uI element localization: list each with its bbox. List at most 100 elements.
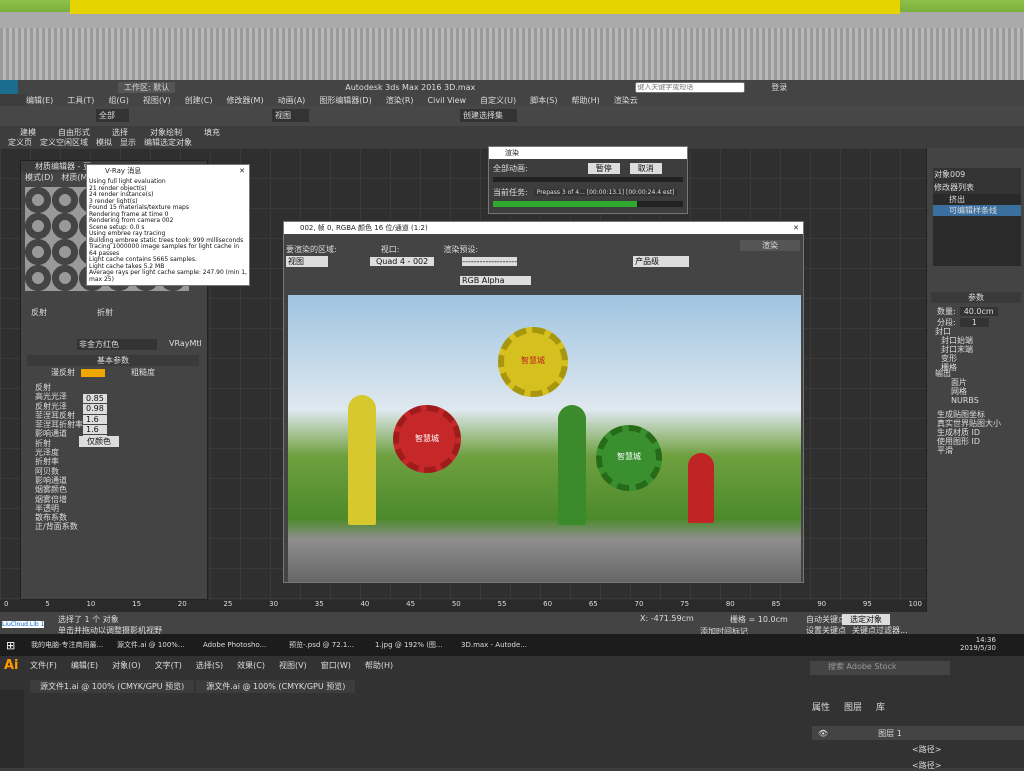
ai-menu-item[interactable]: 文字(T)	[155, 660, 182, 671]
option-checkbox[interactable]: 平滑	[937, 446, 1001, 455]
ai-menu-item[interactable]: 文件(F)	[30, 660, 57, 671]
login-button[interactable]: 登录	[771, 82, 787, 93]
channel-dropdown[interactable]: 仅颜色	[79, 436, 119, 447]
quality-dropdown[interactable]: 产品级	[633, 256, 690, 267]
cap-option[interactable]: 封口末端	[941, 345, 973, 354]
ref-coord-dropdown[interactable]: 视图	[272, 109, 309, 122]
option-checkbox[interactable]: 真实世界贴图大小	[937, 419, 1001, 428]
cap-option[interactable]: 封口始端	[941, 336, 973, 345]
taskbar-item[interactable]: Adobe Photosho...	[200, 641, 282, 649]
autokey-button[interactable]: 自动关键点	[806, 614, 846, 625]
ribbon-tab[interactable]: 填充	[204, 127, 220, 138]
ribbon-subtab[interactable]: 定义空闲区域	[40, 137, 88, 148]
basic-params-rollout[interactable]: 基本参数	[27, 355, 199, 366]
ai-menu-item[interactable]: 视图(V)	[279, 660, 307, 671]
mat-field-value[interactable]: 0.98	[83, 404, 107, 414]
frame-tick: 65	[588, 600, 598, 608]
menu-item[interactable]: 渲染(R)	[386, 95, 414, 106]
amount-field[interactable]: 40.0cm	[959, 307, 998, 316]
channel-dropdown[interactable]: RGB Alpha	[460, 276, 531, 285]
mat-field-value[interactable]: 1.6	[83, 424, 107, 435]
x-coord[interactable]: X: -471.59cm	[640, 614, 694, 623]
panel-tab[interactable]: 图层	[844, 700, 862, 713]
diffuse-swatch[interactable]	[81, 368, 105, 377]
menu-item[interactable]: 图形编辑器(D)	[319, 95, 371, 106]
workspace-dropdown[interactable]: 工作区: 默认	[118, 81, 176, 93]
output-option[interactable]: 网格	[951, 387, 979, 396]
menu-item[interactable]: 创建(C)	[185, 95, 213, 106]
time-slider[interactable]: 0 5 10 15 20 25 30 35 40 45 50 55 60 65 70 75 80 85 90 95 10…	[0, 600, 926, 612]
ribbon-subtab[interactable]: 显示	[120, 137, 136, 148]
taskbar-item[interactable]: 3D.max - Autode...	[458, 641, 540, 649]
output-option[interactable]: 面片	[951, 378, 979, 387]
menu-item[interactable]: Civil View	[428, 96, 467, 105]
layer-name: 图层 1	[878, 728, 902, 738]
menu-item[interactable]: 动画(A)	[278, 95, 306, 106]
selection-set[interactable]: 创建选择集	[460, 109, 517, 122]
selection-filter[interactable]: 全部	[96, 109, 129, 122]
close-icon[interactable]: ✕	[793, 224, 799, 232]
ribbon-subtab[interactable]: 模拟	[96, 137, 112, 148]
ribbon-sub: 定义页 定义空闲区域 模拟 显示 编辑选定对象	[8, 137, 248, 147]
output-option[interactable]: NURBS	[951, 396, 979, 405]
cancel-button[interactable]: 取消	[629, 163, 662, 174]
eye-icon[interactable]: 👁	[818, 729, 828, 738]
ai-menu-item[interactable]: 对象(O)	[112, 660, 141, 671]
render-button[interactable]: 渲染	[740, 240, 800, 251]
seg-field[interactable]: 1	[959, 318, 989, 327]
ai-menu-item[interactable]: 窗口(W)	[321, 660, 351, 671]
mat-field-label: 折射	[35, 438, 51, 448]
menu-item[interactable]: 编辑(E)	[26, 95, 53, 106]
menu-item[interactable]: 自定义(U)	[480, 95, 516, 106]
close-icon[interactable]: ✕	[239, 167, 245, 175]
ai-menu-item[interactable]: 效果(C)	[237, 660, 265, 671]
menu-item[interactable]: 视图(V)	[143, 95, 171, 106]
taskbar-item[interactable]: 预览-.psd @ 72.1...	[286, 640, 368, 650]
option-checkbox[interactable]: 生成贴图坐标	[937, 410, 1001, 419]
params-rollout[interactable]: 参数	[931, 292, 1021, 303]
material-name-field[interactable]: 非金方红色	[77, 339, 157, 350]
stock-search[interactable]: 搜索 Adobe Stock	[810, 661, 950, 675]
mat-type-button[interactable]: VRayMtl	[169, 339, 202, 348]
object-name-field[interactable]: 对象009	[933, 168, 1021, 181]
mat-mode-menu[interactable]: 模式(D)	[25, 172, 53, 183]
search-input[interactable]	[635, 81, 746, 93]
ribbon-subtab[interactable]: 定义页	[8, 137, 32, 148]
cap-option[interactable]: 变形	[941, 354, 973, 363]
mod-spline[interactable]: 可编辑样条线	[933, 205, 1021, 216]
menu-item[interactable]: 组(G)	[108, 95, 128, 106]
menu-item[interactable]: 修改器(M)	[226, 95, 263, 106]
listener-field[interactable]: LiuCloud.Lib 1	[2, 621, 45, 628]
taskbar-item[interactable]: 1.jpg @ 192% (图...	[372, 640, 454, 650]
windows-start-icon[interactable]: ⊞	[6, 639, 15, 652]
option-checkbox[interactable]: 使用图形 ID	[937, 437, 1001, 446]
panel-tab[interactable]: 库	[876, 700, 885, 713]
mod-extrude[interactable]: 挤出	[933, 194, 1021, 205]
pause-button[interactable]: 暂停	[587, 163, 620, 174]
ai-menu-item[interactable]: 帮助(H)	[365, 660, 393, 671]
doc-tab[interactable]: 源文件.ai @ 100% (CMYK/GPU 预览)	[196, 680, 356, 693]
path-item[interactable]: <路径>	[912, 744, 941, 755]
viewport-dropdown[interactable]: Quad 4 - 002	[370, 257, 435, 266]
key-sel-dropdown[interactable]: 选定对象	[842, 614, 890, 625]
path-item[interactable]: <路径>	[912, 760, 941, 771]
task-progress	[493, 201, 683, 207]
menu-item[interactable]: 帮助(H)	[571, 95, 599, 106]
taskbar-item[interactable]: 我的电脑-专注商用最...	[28, 640, 110, 650]
doc-tab[interactable]: 源文件1.ai @ 100% (CMYK/GPU 预览)	[30, 680, 195, 693]
menu-item[interactable]: 渲染云	[614, 95, 638, 106]
preset-dropdown[interactable]: -------------------	[462, 257, 518, 266]
ai-menu-item[interactable]: 编辑(E)	[71, 660, 98, 671]
area-dropdown[interactable]: 视图	[286, 256, 328, 267]
option-checkbox[interactable]: 生成材质 ID	[937, 428, 1001, 437]
panel-tab[interactable]: 属性	[812, 700, 830, 713]
ribbon-subtab[interactable]: 编辑选定对象	[144, 137, 192, 148]
ai-menu-item[interactable]: 选择(S)	[196, 660, 223, 671]
layer-row[interactable]: 👁 图层 1	[812, 726, 1024, 740]
mat-field-value[interactable]: 1.6	[83, 414, 107, 424]
menu-item[interactable]: 工具(T)	[67, 95, 94, 106]
mat-field-value[interactable]: 0.85	[83, 394, 107, 404]
menu-item[interactable]: 脚本(S)	[530, 95, 557, 106]
taskbar-item[interactable]: 源文件.ai @ 100%...	[114, 640, 196, 650]
modifier-list[interactable]: 修改器列表	[933, 181, 1021, 194]
